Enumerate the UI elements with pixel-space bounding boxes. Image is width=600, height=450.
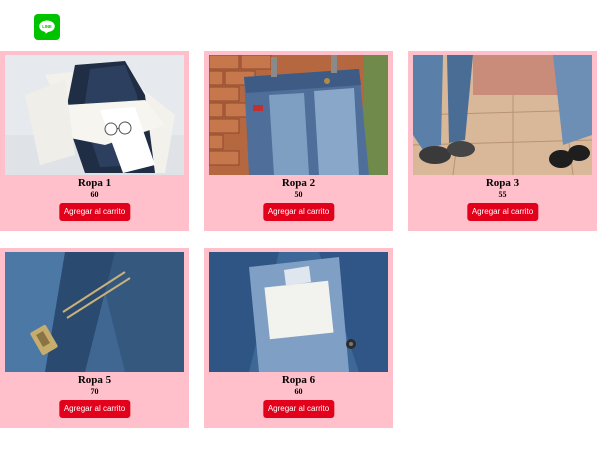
folded-clothes-photo (5, 55, 184, 175)
product-name: Ropa 1 (77, 177, 112, 189)
legs-in-jeans-photo (413, 55, 592, 175)
line-logo-text: LINE (42, 24, 52, 29)
product-name: Ropa 6 (281, 374, 316, 386)
product-price: 60 (294, 387, 303, 396)
product-price: 50 (294, 190, 303, 199)
product-image[interactable] (5, 252, 184, 372)
product-price: 60 (90, 190, 99, 199)
product-card-ropa-1: Ropa 1 60 Agregar al carrito (0, 51, 189, 231)
product-name: Ropa 2 (281, 177, 316, 189)
denim-jacket-photo (209, 252, 388, 372)
product-image[interactable] (413, 55, 592, 175)
product-card-ropa-6: Ropa 6 60 Agregar al carrito (204, 248, 393, 428)
product-image[interactable] (209, 55, 388, 175)
product-image[interactable] (5, 55, 184, 175)
add-to-cart-button[interactable]: Agregar al carrito (262, 203, 335, 221)
hanging-jeans-photo (209, 55, 388, 175)
product-name: Ropa 5 (77, 374, 112, 386)
product-card-ropa-2: Ropa 2 50 Agregar al carrito (204, 51, 393, 231)
add-to-cart-button[interactable]: Agregar al carrito (466, 203, 539, 221)
add-to-cart-button[interactable]: Agregar al carrito (58, 203, 131, 221)
product-price: 70 (90, 387, 99, 396)
product-card-ropa-5: Ropa 5 70 Agregar al carrito (0, 248, 189, 428)
line-chat-bubble-icon: LINE (39, 20, 55, 34)
product-card-ropa-3: Ropa 3 55 Agregar al carrito (408, 51, 597, 231)
product-image[interactable] (209, 252, 388, 372)
line-logo[interactable]: LINE (34, 14, 60, 40)
jeans-zipper-photo (5, 252, 184, 372)
product-price: 55 (498, 190, 507, 199)
add-to-cart-button[interactable]: Agregar al carrito (262, 400, 335, 418)
product-name: Ropa 3 (485, 177, 520, 189)
add-to-cart-button[interactable]: Agregar al carrito (58, 400, 131, 418)
